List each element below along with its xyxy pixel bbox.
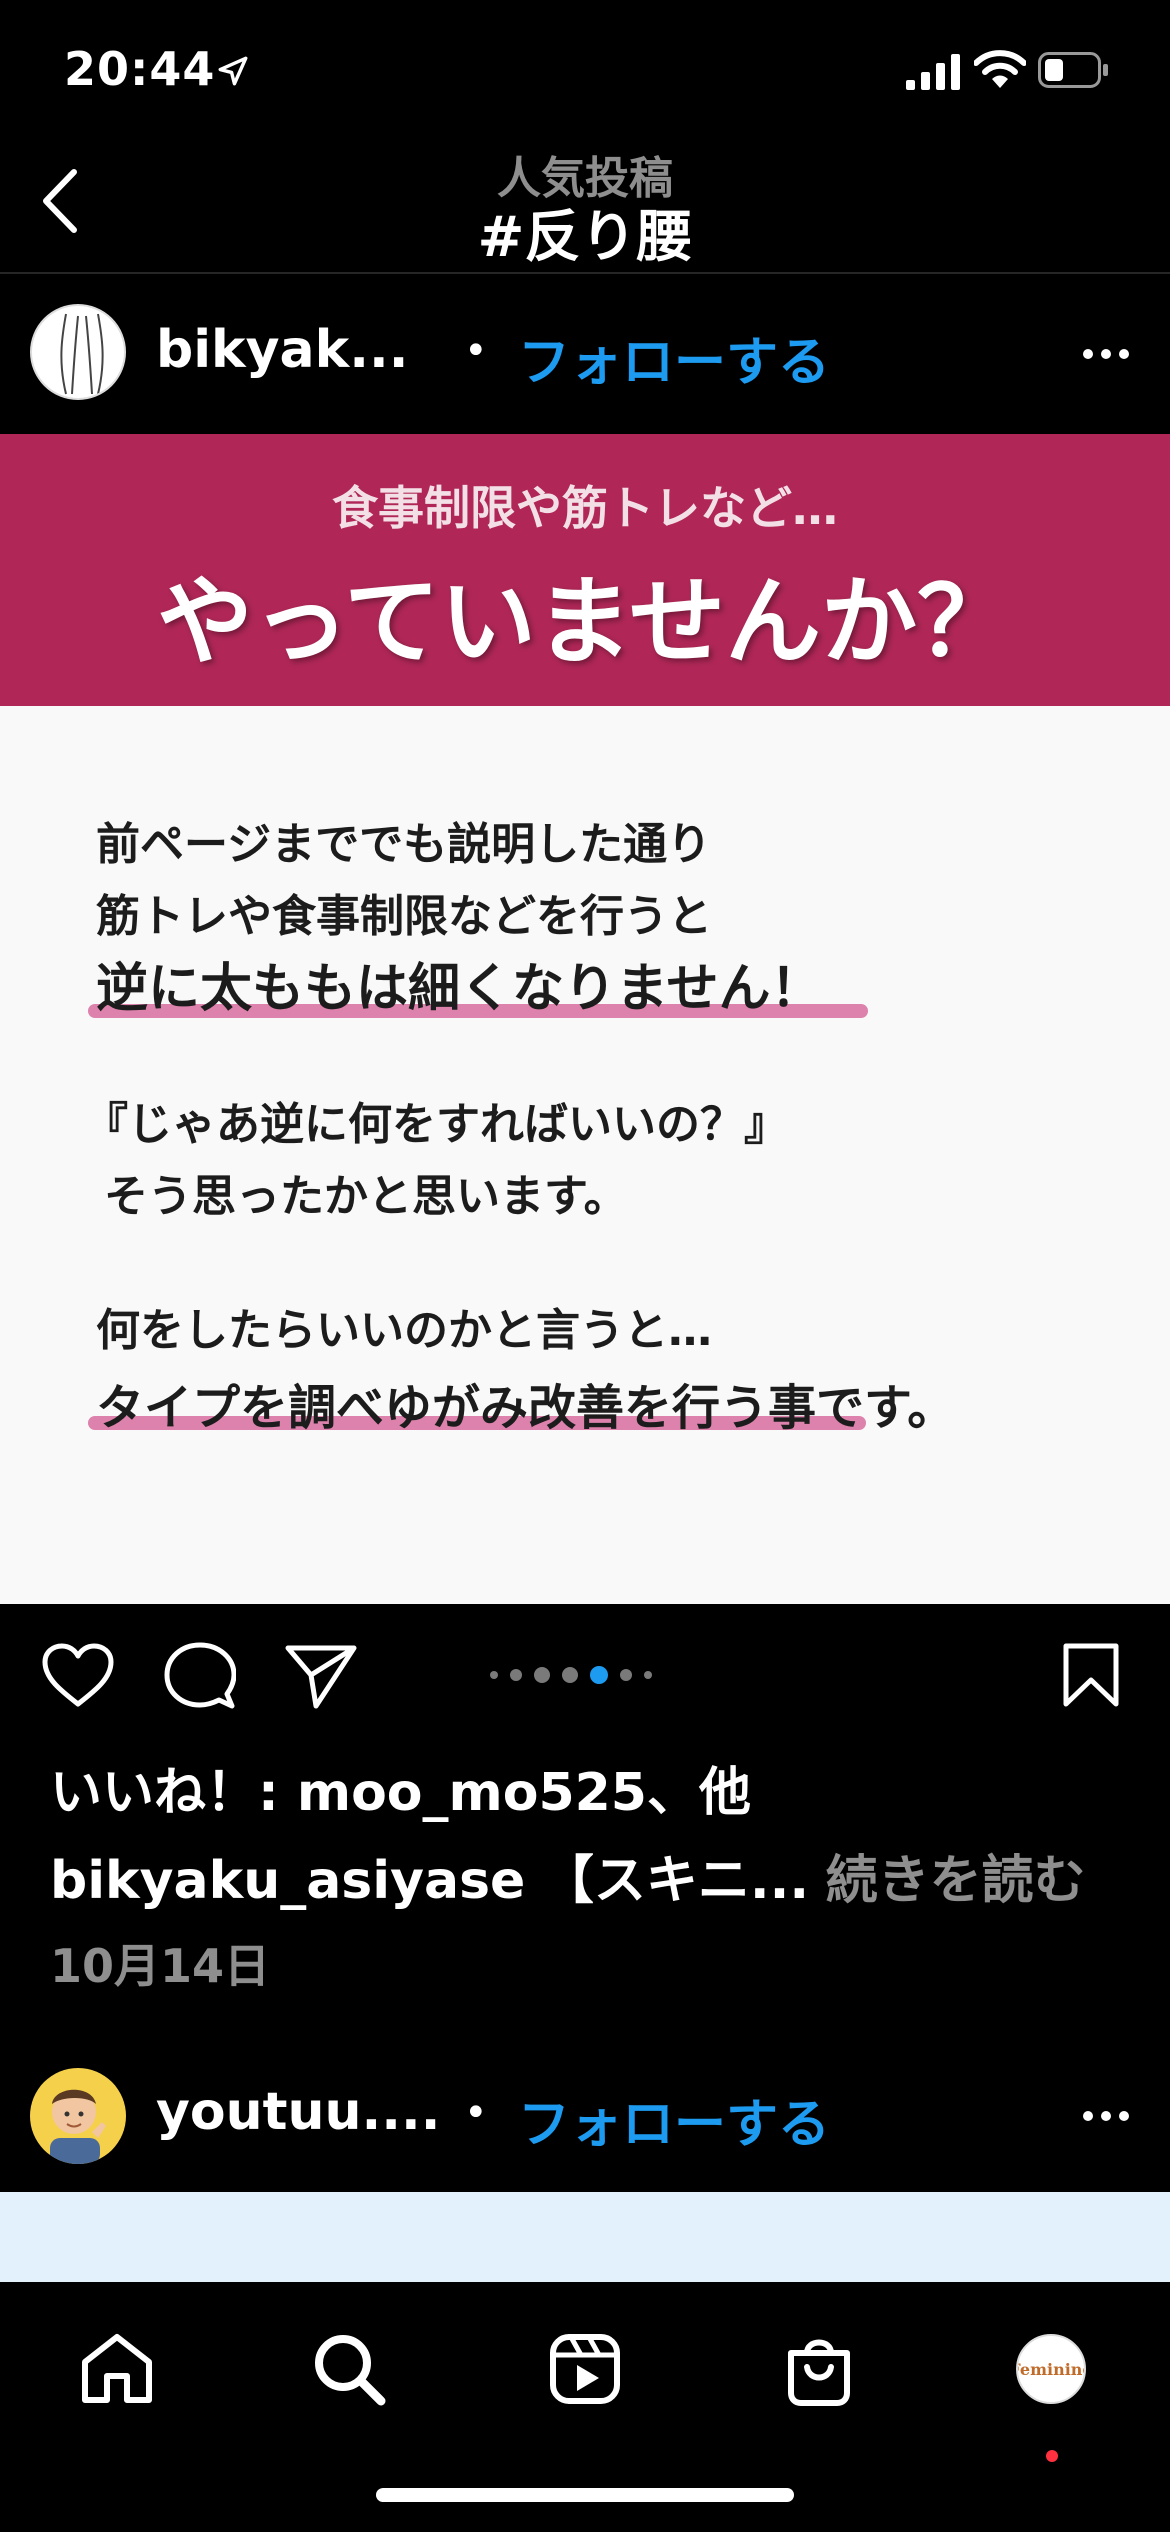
image-text-line: 前ページまででも説明した通り xyxy=(96,819,712,870)
image-text-line: 『じゃあ逆に何をすればいいの？』 xyxy=(84,1099,788,1150)
tab-reels[interactable] xyxy=(540,2324,630,2414)
post-image[interactable]: 食事制限や筋トレなど… やっていませんか？ 前ページまででも説明した通り 筋トレ… xyxy=(0,434,1170,1604)
read-more-link[interactable]: 続きを読む xyxy=(826,1851,1086,1911)
follow-button[interactable]: フォローする xyxy=(518,320,830,395)
header-divider xyxy=(0,272,1170,274)
heart-icon[interactable] xyxy=(40,1642,116,1710)
profile-logo-text: Feminine xyxy=(1018,2359,1084,2379)
reels-icon xyxy=(550,2334,620,2404)
shopping-bag-icon xyxy=(788,2339,850,2406)
post-header: youtuu.... • フォローする xyxy=(0,2052,1170,2182)
likes-text[interactable]: いいね！: moo_mo525、他 xyxy=(50,1750,751,1825)
post-header: bikyak... • フォローする xyxy=(0,290,1170,420)
image-banner: 食事制限や筋トレなど… やっていませんか？ xyxy=(0,434,1170,706)
tab-search[interactable] xyxy=(304,2324,394,2414)
image-text-line-emphasis: タイプを調べゆがみ改善を行う事です。 xyxy=(96,1380,956,1436)
follow-button[interactable]: フォローする xyxy=(518,2082,830,2157)
location-arrow-icon xyxy=(218,56,248,86)
search-icon xyxy=(315,2335,386,2406)
image-text-line: 何をしたらいいのかと言うと… xyxy=(96,1305,712,1356)
tab-home[interactable] xyxy=(72,2324,162,2414)
memoji-avatar-icon xyxy=(50,2089,106,2164)
header-title: #反り腰 xyxy=(477,205,693,270)
carousel-dot xyxy=(562,1667,578,1683)
carousel-dot xyxy=(620,1669,632,1681)
post-action-bar xyxy=(0,1620,1170,1730)
image-text-line-emphasis: 逆に太ももは細くなりません！ xyxy=(96,959,823,1019)
comment-icon[interactable] xyxy=(164,1642,236,1712)
more-options-icon[interactable] xyxy=(1082,346,1130,362)
cellular-signal-icon xyxy=(906,54,960,90)
legs-illustration-icon xyxy=(60,313,104,395)
separator-dot: • xyxy=(464,2090,488,2136)
share-paper-plane-icon[interactable] xyxy=(284,1642,358,1710)
banner-headline: やっていませんか？ xyxy=(156,566,1014,678)
caption-text: 【スキニ... xyxy=(541,1851,810,1911)
caption: bikyaku_asiyase 【スキニ... 続きを読む xyxy=(50,1838,1086,1913)
image-text-line: そう思ったかと思います。 xyxy=(104,1171,628,1222)
status-bar: 20:44 xyxy=(0,0,1170,140)
post-username[interactable]: bikyak... xyxy=(156,320,408,380)
carousel-dot xyxy=(534,1667,550,1683)
battery-icon xyxy=(1038,52,1108,88)
bookmark-icon[interactable] xyxy=(1062,1642,1120,1708)
post-image[interactable] xyxy=(0,2192,1170,2282)
avatar[interactable] xyxy=(30,304,126,400)
post-username[interactable]: youtuu.... xyxy=(156,2082,441,2142)
profile-avatar: Feminine xyxy=(1016,2334,1086,2404)
carousel-dot-active xyxy=(590,1666,608,1684)
banner-subtitle: 食事制限や筋トレなど… xyxy=(332,481,838,535)
avatar[interactable] xyxy=(30,2068,126,2164)
status-time: 20:44 xyxy=(64,42,216,96)
image-text-line: 筋トレや食事制限などを行うと xyxy=(96,891,712,942)
more-options-icon[interactable] xyxy=(1082,2108,1130,2124)
carousel-dot xyxy=(644,1671,652,1679)
separator-dot: • xyxy=(464,328,488,374)
caption-username[interactable]: bikyaku_asiyase xyxy=(50,1851,525,1911)
home-indicator xyxy=(376,2488,794,2502)
carousel-dot xyxy=(510,1669,522,1681)
tab-profile[interactable]: Feminine xyxy=(1006,2324,1096,2414)
post-date: 10月14日 xyxy=(50,1939,271,1993)
home-icon xyxy=(82,2334,152,2403)
carousel-dot xyxy=(490,1671,498,1679)
carousel-indicator xyxy=(490,1666,652,1684)
tab-shop[interactable] xyxy=(774,2324,864,2414)
wifi-icon xyxy=(974,50,1026,88)
notification-dot xyxy=(1046,2450,1058,2462)
